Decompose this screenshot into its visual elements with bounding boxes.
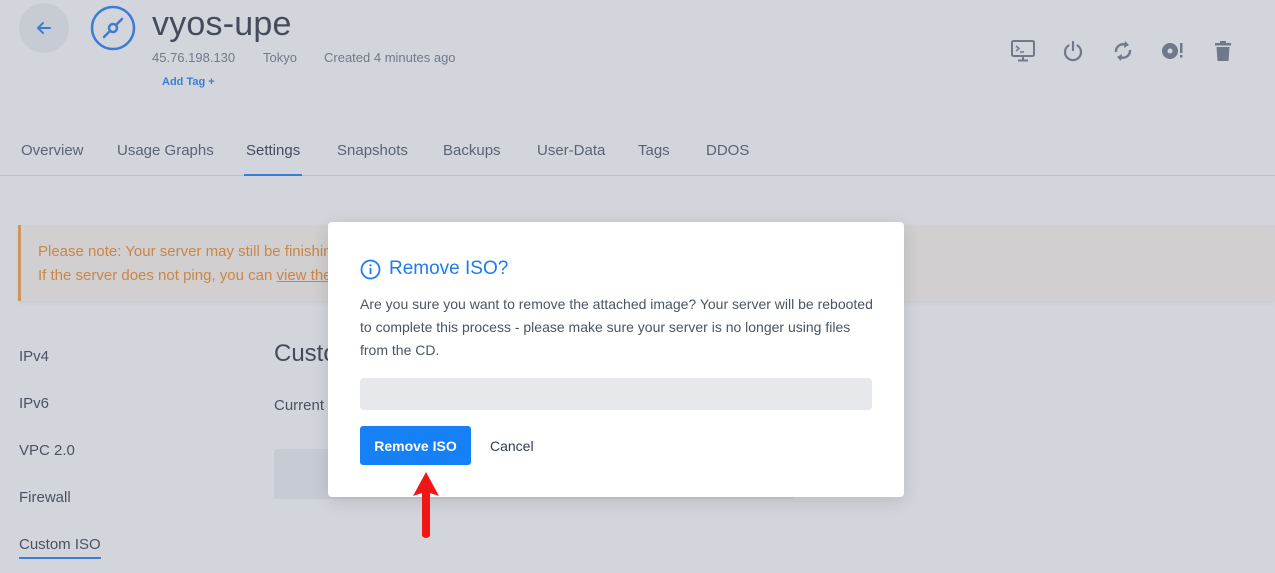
cancel-button[interactable]: Cancel: [490, 426, 534, 465]
remove-iso-button[interactable]: Remove ISO: [360, 426, 471, 465]
confirm-input[interactable]: [360, 378, 872, 410]
remove-iso-dialog: Remove ISO? Are you sure you want to rem…: [328, 222, 904, 497]
info-icon: [360, 259, 381, 279]
dialog-title: Remove ISO?: [389, 258, 509, 279]
dialog-message: Are you sure you want to remove the atta…: [360, 296, 873, 358]
annotation-arrow-icon: [413, 472, 439, 538]
dialog-header: Remove ISO?: [360, 258, 508, 280]
